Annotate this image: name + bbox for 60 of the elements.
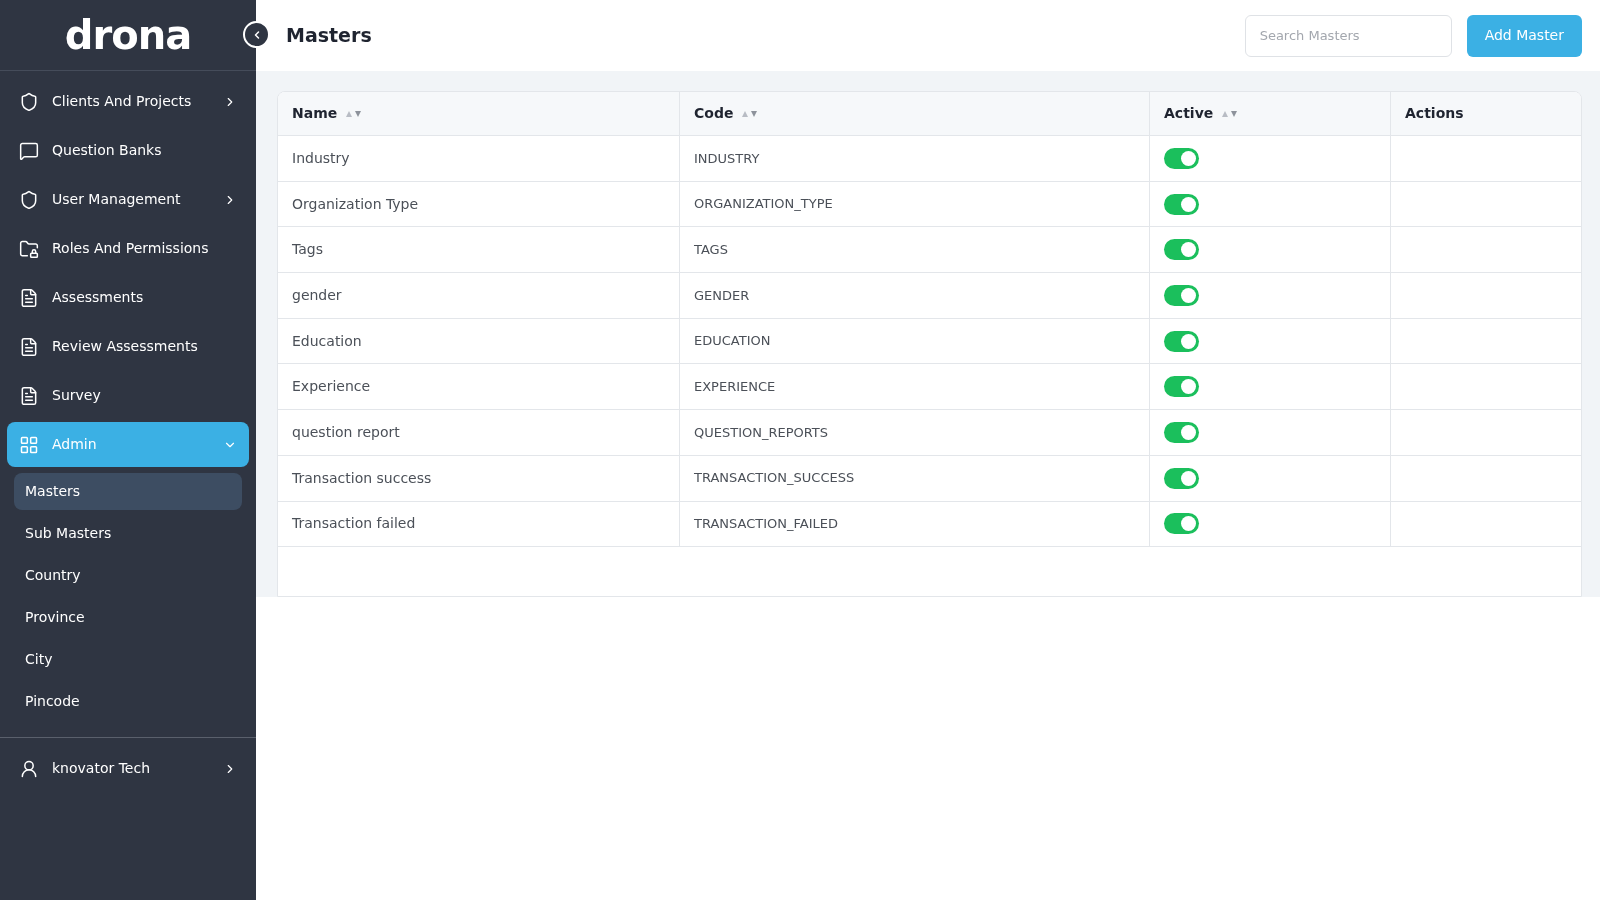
table-cell-text: Tags [292,240,323,260]
active-toggle[interactable] [1164,193,1199,215]
table-cell-text: Education [292,331,362,351]
table-cell-text: GENDER [694,286,750,305]
search-field[interactable]: Search Masters [1244,14,1452,57]
table-cell-text: Industry [292,148,350,168]
column-label: Name [292,104,338,123]
active-toggle[interactable] [1164,421,1199,443]
table-cell-text: TRANSACTION_FAILED [694,515,838,534]
user-icon [19,758,39,779]
active-toggle[interactable] [1164,467,1199,489]
folder-lock-icon [19,238,39,259]
table-cell-text: Transaction success [292,468,432,488]
submenu-item[interactable]: City [14,641,242,678]
table-cell-text: question report [292,422,400,442]
column-label: Code [694,104,734,123]
sort-icon[interactable] [741,109,760,118]
sidebar-item[interactable]: Roles And Permissions [7,226,249,271]
table-cell-text: QUESTION_REPORTS [694,423,829,442]
submenu-item[interactable]: Pincode [14,683,242,720]
sidebar-item[interactable]: Clients And Projects [7,79,249,124]
table-cell-text: Organization Type [292,194,419,214]
shield-icon [19,91,39,112]
table-cell-text: EDUCATION [694,332,771,351]
submenu-item[interactable]: Province [14,599,242,636]
chat-icon [19,140,39,161]
table-cell-text: ORGANIZATION_TYPE [694,195,833,214]
logo: drona [64,11,192,60]
column-label: Actions [1405,104,1464,123]
sort-icon[interactable] [345,109,364,118]
grid-icon [19,434,39,455]
active-toggle[interactable] [1164,239,1199,261]
table-cell-text: TRANSACTION_SUCCESS [694,469,855,488]
sidebar-item[interactable]: Assessments [7,275,249,320]
table-cell-text: Transaction failed [292,514,416,534]
document-icon [19,336,39,357]
page-title: Masters [286,23,373,49]
active-toggle[interactable] [1164,376,1199,398]
table-cell-text: EXPERIENCE [694,378,776,397]
shield-icon [19,189,39,210]
document-icon [19,287,39,308]
table-cell-text: INDUSTRY [694,149,760,168]
document-icon [19,385,39,406]
active-toggle[interactable] [1164,513,1199,535]
table-cell-text: gender [292,285,342,305]
column-label: Active [1164,104,1214,123]
sidebar-item[interactable]: Question Banks [7,128,249,173]
table-cell-text: TAGS [694,240,728,259]
active-toggle[interactable] [1164,330,1199,352]
sort-icon[interactable] [1221,109,1240,118]
sidebar-item[interactable]: User Management [7,177,249,222]
submenu-item[interactable]: Sub Masters [14,515,242,552]
table-cell-text: Experience [292,377,371,397]
submenu-item[interactable]: Country [14,557,242,594]
active-toggle[interactable] [1164,284,1199,306]
submenu-item[interactable]: Masters [14,473,242,510]
user-menu[interactable]: knovator Tech [7,746,249,791]
sidebar-item[interactable]: Review Assessments [7,324,249,369]
sidebar-item[interactable]: Survey [7,373,249,418]
active-toggle[interactable] [1164,147,1199,169]
